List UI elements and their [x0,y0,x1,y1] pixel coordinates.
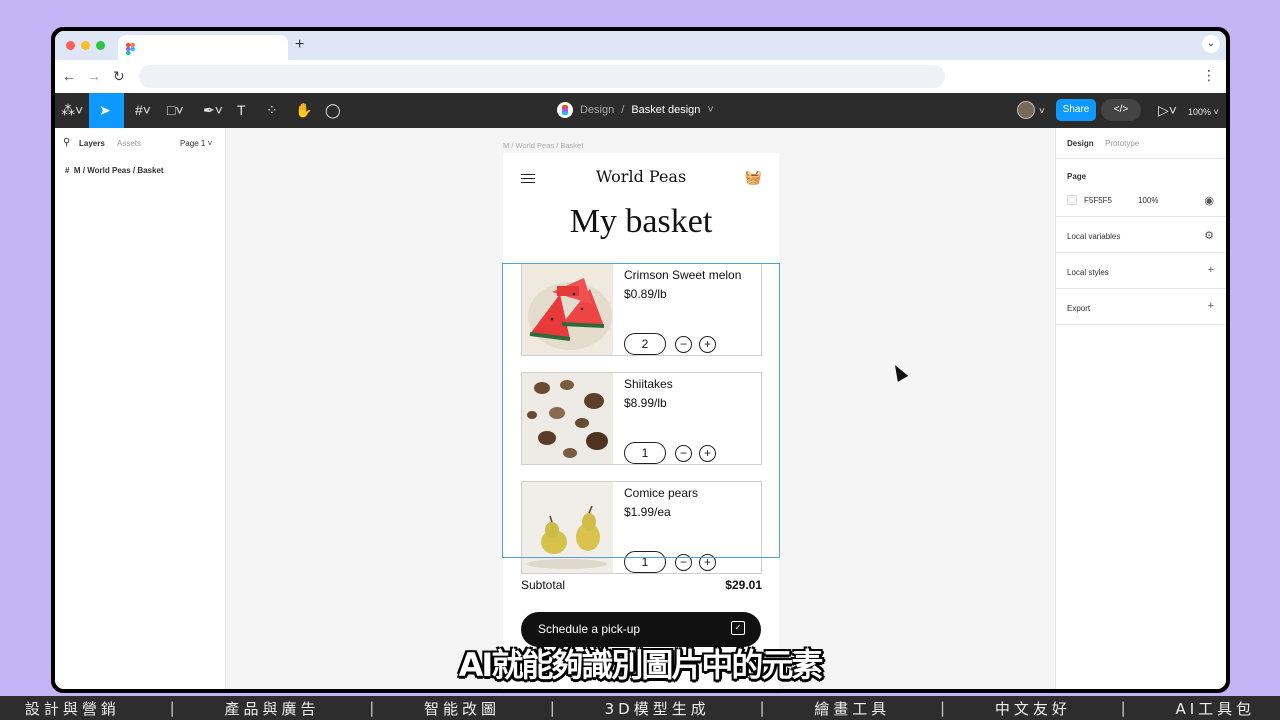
move-tool-button[interactable]: ➤ [89,93,124,128]
video-subtitle: AI就能夠識別圖片中的元素 [458,646,824,684]
category-separator: | [369,699,375,717]
frame-icon: # [65,166,70,175]
tab-design[interactable]: Design [1067,139,1094,148]
text-tool-icon[interactable]: T [237,102,246,118]
category-item[interactable]: 繪畫工具 [814,698,890,719]
hand-tool-icon[interactable]: ✋ [295,102,312,118]
divider [1056,216,1226,217]
divider [1056,158,1226,159]
zoom-value: 100% [1188,107,1212,117]
pen-tool-icon[interactable]: ✒˅ [203,102,223,118]
forward-arrow-icon[interactable]: → [87,68,101,84]
page-selector[interactable]: Page 1 ˅ [180,139,212,148]
figma-toolbar: ⁂˅ ➤ #˅ □˅ ✒˅ T ⁘ ✋ ◯ Design / Basket de… [55,93,1226,128]
file-menu-chevron-icon[interactable]: ˅ [707,104,713,116]
search-icon[interactable]: ⚲ [63,137,70,148]
category-item[interactable]: 智能改圖 [424,698,500,719]
layers-panel: ⚲ Layers Assets Page 1 ˅ # M / World Pea… [55,128,226,689]
back-arrow-icon[interactable]: ← [62,68,76,84]
selection-box[interactable] [502,263,780,558]
file-breadcrumb: Design / Basket design ˅ [557,102,714,118]
dev-mode-toggle-icon[interactable]: </> [1101,99,1141,121]
schedule-pickup-label: Schedule a pick-up [538,622,641,636]
properties-panel: Design Prototype Page F5F5F5 100% ◉ Loca… [1055,128,1226,689]
pointer-icon: ➤ [99,102,111,118]
resources-icon[interactable]: ⁘ [266,102,278,118]
avatar[interactable] [1017,101,1035,119]
category-separator: | [759,699,765,717]
brand-title: World Peas [595,167,687,186]
add-style-icon[interactable]: + [1208,264,1214,276]
figma-favicon-icon [126,42,135,55]
browser-menu-icon[interactable]: ⋮ [1202,67,1216,84]
reload-icon[interactable]: ↻ [113,68,125,84]
add-export-icon[interactable]: + [1208,300,1214,312]
url-input[interactable] [139,65,945,88]
browser-tab[interactable] [118,35,288,60]
page-title: My basket [569,203,713,240]
maximize-window-icon[interactable] [96,41,105,50]
new-tab-icon[interactable]: + [295,36,304,54]
page-section-title: Page [1067,172,1087,181]
canvas[interactable]: M / World Peas / Basket World Peas 🧺 My … [226,128,1055,689]
frame-label[interactable]: M / World Peas / Basket [503,141,583,150]
comment-tool-icon[interactable]: ◯ [325,102,341,118]
category-item[interactable]: 設計與營銷 [25,698,120,719]
frame-tool-icon[interactable]: #˅ [135,102,151,118]
layer-item-label: M / World Peas / Basket [73,166,164,175]
tab-prototype[interactable]: Prototype [1105,139,1139,148]
present-play-icon[interactable]: ▷˅ [1158,102,1177,118]
breadcrumb-section[interactable]: Design [580,104,614,116]
variables-settings-icon[interactable]: ⚙ [1204,229,1214,242]
page-color-value[interactable]: F5F5F5 [1084,196,1112,205]
tab-bar: + ⌄ [55,31,1226,60]
avatar-chevron-icon[interactable]: ˅ [1039,104,1045,120]
page-color-swatch[interactable] [1067,195,1077,205]
minimize-window-icon[interactable] [81,41,90,50]
page-opacity-value[interactable]: 100% [1138,196,1158,205]
address-bar: ← → ↻ ⋮ [55,60,1226,93]
subtotal-value: $29.01 [725,578,762,592]
local-variables-label: Local variables [1067,232,1121,241]
local-styles-label: Local styles [1067,268,1109,277]
file-name[interactable]: Basket design [631,104,700,116]
category-item[interactable]: 中文友好 [995,698,1071,719]
shape-tool-icon[interactable]: □˅ [167,102,184,118]
divider [1056,288,1226,289]
zoom-level[interactable]: 100% ˅ [1188,104,1219,120]
subtotal-label: Subtotal [521,578,566,592]
mouse-cursor-icon [889,362,909,382]
category-bar: 設計與營銷 | 產品與廣告 | 智能改圖 | 3D模型生成 | 繪畫工具 | 中… [0,696,1280,720]
tab-layers[interactable]: Layers [79,139,105,148]
divider [1056,252,1226,253]
calendar-check-icon: ✓ [731,621,745,635]
category-separator: | [1120,699,1126,717]
export-label: Export [1067,304,1091,313]
close-window-icon[interactable] [66,41,75,50]
share-button[interactable]: Share [1056,99,1096,121]
category-separator: | [169,699,175,717]
category-separator: | [549,699,555,717]
breadcrumb-separator: / [621,104,625,116]
eye-icon[interactable]: ◉ [1204,194,1214,207]
layer-item-basket-frame[interactable]: # M / World Peas / Basket [65,166,164,175]
browser-inner: + ⌄ ← → ↻ ⋮ ⁂˅ ➤ #˅ □˅ ✒˅ T ⁘ ✋ ◯ Design [55,31,1226,689]
category-item[interactable]: AI工具包 [1175,698,1255,719]
page-selector-label: Page 1 [180,139,206,148]
browser-window: + ⌄ ← → ↻ ⋮ ⁂˅ ➤ #˅ □˅ ✒˅ T ⁘ ✋ ◯ Design [51,27,1230,693]
basket-icon[interactable]: 🧺 [745,169,762,186]
tab-list-chevron-icon[interactable]: ⌄ [1202,35,1220,53]
category-item[interactable]: 3D模型生成 [605,698,710,719]
figma-main-menu-icon[interactable]: ⁂˅ [61,102,83,118]
divider [1056,324,1226,325]
category-separator: | [940,699,946,717]
tab-assets[interactable]: Assets [117,139,141,148]
figma-logo-icon [557,102,573,118]
category-item[interactable]: 產品與廣告 [224,698,319,719]
